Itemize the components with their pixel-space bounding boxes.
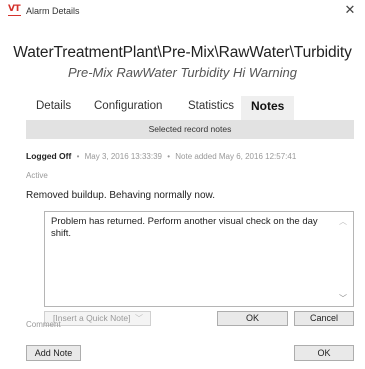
comment-label: Comment: [26, 320, 61, 329]
app-logo-text: VT: [8, 4, 21, 14]
note-edit-text[interactable]: Problem has returned. Perform another vi…: [51, 216, 321, 240]
alarm-subtitle: Pre-Mix RawWater Turbidity Hi Warning: [68, 65, 297, 80]
tab-configuration[interactable]: Configuration: [84, 96, 172, 120]
chevron-down-icon: ﹀: [135, 314, 143, 323]
add-note-button[interactable]: Add Note: [26, 345, 81, 361]
ok-button[interactable]: OK: [294, 345, 354, 361]
close-icon[interactable]: ✕: [343, 2, 357, 18]
scroll-down-icon[interactable]: ﹀: [339, 293, 347, 304]
alarm-details-window: VT Alarm Details ✕ WaterTreatmentPlant\P…: [0, 0, 365, 369]
note-meta: Logged Off • May 3, 2016 13:33:39 • Note…: [26, 151, 296, 161]
alarm-path-title: WaterTreatmentPlant\Pre-Mix\RawWater\Tur…: [13, 44, 352, 61]
note-added-time: Note added May 6, 2016 12:57:41: [175, 152, 297, 161]
meta-separator: •: [167, 152, 171, 161]
tab-notes[interactable]: Notes: [241, 96, 295, 120]
section-header: Selected record notes: [26, 120, 354, 139]
title-bar: VT Alarm Details ✕: [0, 0, 365, 22]
cancel-button[interactable]: Cancel: [294, 311, 354, 326]
scroll-up-icon[interactable]: ︿: [339, 216, 347, 227]
app-logo-icon: VT: [8, 5, 22, 16]
note-edit-textarea[interactable]: Problem has returned. Perform another vi…: [44, 211, 354, 307]
record-time: May 3, 2016 13:33:39: [84, 152, 162, 161]
notes-panel: Selected record notes Logged Off • May 3…: [26, 120, 354, 340]
record-status: Active: [26, 171, 48, 180]
window-title: Alarm Details: [26, 6, 80, 16]
quick-note-value: [Insert a Quick Note]: [53, 313, 131, 323]
meta-separator: •: [76, 152, 80, 161]
tab-statistics[interactable]: Statistics: [178, 96, 244, 120]
note-text: Removed buildup. Behaving normally now.: [26, 190, 215, 201]
note-author: Logged Off: [26, 151, 72, 161]
ok-edit-button[interactable]: OK: [217, 311, 288, 326]
tab-details[interactable]: Details: [26, 96, 81, 120]
